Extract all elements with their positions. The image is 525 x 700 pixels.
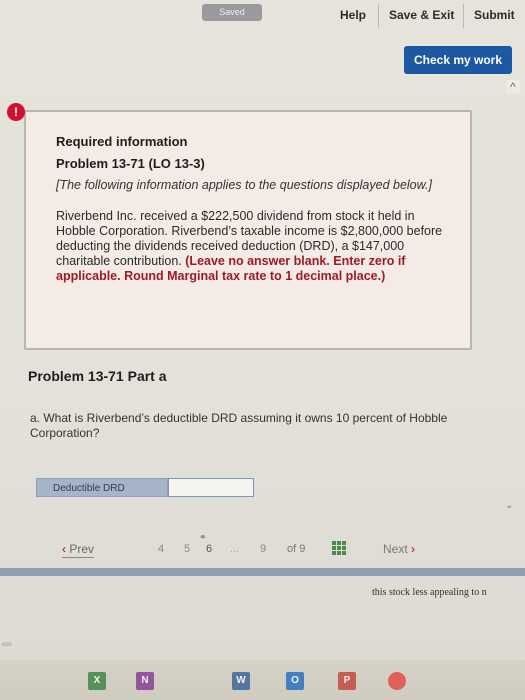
required-info-title: Required information bbox=[56, 134, 188, 149]
pagination-ellipsis: ... bbox=[230, 543, 240, 555]
next-button[interactable]: Next › bbox=[383, 542, 415, 556]
info-note: [The following information applies to th… bbox=[56, 178, 432, 192]
divider bbox=[378, 4, 379, 28]
powerpoint-icon[interactable]: P bbox=[338, 672, 356, 690]
alert-icon: ! bbox=[7, 103, 25, 121]
chrome-icon[interactable] bbox=[388, 672, 406, 690]
check-my-work-button[interactable]: Check my work bbox=[404, 46, 512, 74]
onenote-icon[interactable]: N bbox=[136, 672, 154, 690]
question-text: a. What is Riverbend’s deductible DRD as… bbox=[30, 411, 448, 440]
prev-label: Prev bbox=[69, 542, 95, 556]
page-5-button[interactable]: 5 bbox=[184, 543, 190, 555]
word-icon[interactable]: W bbox=[232, 672, 250, 690]
deductible-drd-input[interactable] bbox=[168, 478, 254, 497]
problem-title: Problem 13-71 (LO 13-3) bbox=[56, 156, 205, 171]
bottom-band bbox=[0, 568, 525, 576]
submit-button[interactable]: Submit bbox=[474, 8, 515, 22]
save-exit-button[interactable]: Save & Exit bbox=[389, 8, 454, 22]
part-title: Problem 13-71 Part a bbox=[28, 368, 167, 384]
pagination: ‹ Prev 4 5 6 ⚭ ... 9 of 9 Next › bbox=[0, 532, 525, 564]
required-information-box: Required information Problem 13-71 (LO 1… bbox=[24, 110, 472, 350]
top-bar: Saved Help Save & Exit Submit bbox=[0, 0, 525, 34]
chevron-right-icon: › bbox=[411, 542, 416, 556]
chevron-down-icon[interactable]: ⌄ bbox=[505, 500, 513, 511]
divider bbox=[463, 4, 464, 28]
taskbar: X N W O P bbox=[0, 660, 525, 700]
page-9-button[interactable]: 9 bbox=[260, 543, 266, 555]
help-button[interactable]: Help bbox=[340, 8, 366, 22]
browser-content: Saved Help Save & Exit Submit Check my w… bbox=[0, 0, 525, 660]
deductible-drd-label: Deductible DRD bbox=[36, 478, 168, 497]
chevron-up-icon[interactable]: ^ bbox=[506, 80, 520, 94]
edge-text: eds bbox=[2, 642, 12, 648]
chevron-left-icon: ‹ bbox=[62, 542, 66, 556]
page-6-button[interactable]: 6 bbox=[206, 543, 212, 555]
problem-body: Riverbend Inc. received a $222,500 divid… bbox=[56, 209, 452, 284]
prev-button[interactable]: ‹ Prev bbox=[62, 542, 95, 558]
page-4-button[interactable]: 4 bbox=[158, 543, 164, 555]
deductible-drd-row: Deductible DRD bbox=[36, 478, 254, 497]
excel-icon[interactable]: X bbox=[88, 672, 106, 690]
outlook-icon[interactable]: O bbox=[286, 672, 304, 690]
link-icon: ⚭ bbox=[199, 532, 207, 542]
background-text: this stock less appealing to n bbox=[372, 587, 487, 598]
saved-status-badge: Saved bbox=[202, 4, 262, 21]
page-count: of 9 bbox=[287, 543, 306, 555]
next-label: Next bbox=[383, 542, 408, 556]
grid-icon[interactable] bbox=[332, 541, 346, 555]
